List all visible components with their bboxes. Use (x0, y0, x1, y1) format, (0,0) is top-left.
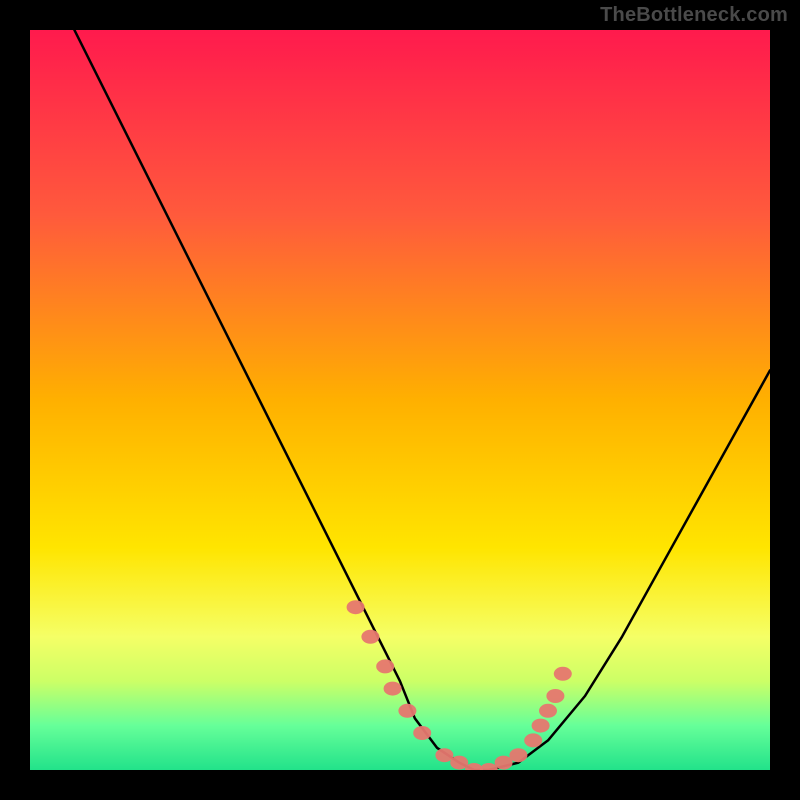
marker-dots (347, 600, 572, 770)
watermark-text: TheBottleneck.com (600, 4, 788, 27)
curve-line (74, 30, 770, 770)
plot-area (30, 30, 770, 770)
chart-frame: TheBottleneck.com (0, 0, 800, 800)
chart-svg (30, 30, 770, 770)
